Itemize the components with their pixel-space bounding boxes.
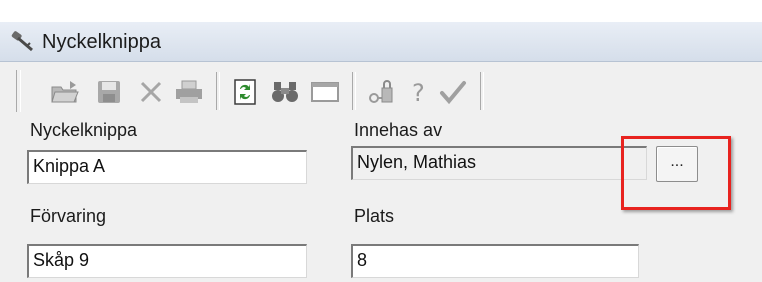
innehas-av-label: Innehas av (354, 120, 443, 140)
plats-field[interactable]: 8 (351, 244, 639, 278)
innehas-av-field[interactable]: Nylen, Mathias (351, 146, 647, 180)
print-icon[interactable] (170, 74, 208, 110)
delete-icon[interactable] (132, 74, 170, 110)
key-icon (10, 30, 36, 54)
title-bar: Nyckelknippa (0, 22, 762, 62)
toolbar-separator (216, 72, 220, 110)
nyckelknippa-label: Nyckelknippa (30, 120, 138, 140)
window-title: Nyckelknippa (42, 31, 161, 53)
toolbar-grip[interactable] (16, 70, 21, 112)
forvaring-label: Förvaring (30, 206, 107, 226)
nyckelknippa-field[interactable]: Knippa A (27, 150, 307, 184)
binoculars-icon[interactable] (266, 74, 304, 110)
annotation-highlight-box (621, 136, 731, 210)
svg-text:?: ? (412, 79, 425, 105)
toolbar-separator (480, 72, 484, 110)
open-folder-icon[interactable] (46, 74, 84, 110)
toolbar: ? (10, 66, 762, 118)
toolbar-separator (352, 72, 356, 110)
forvaring-field[interactable]: Skåp 9 (27, 244, 307, 278)
plats-label: Plats (354, 206, 395, 226)
checkmark-icon[interactable] (434, 74, 472, 110)
window-icon[interactable] (306, 74, 344, 110)
help-icon[interactable]: ? (400, 74, 438, 110)
key-lock-icon[interactable] (362, 74, 400, 110)
refresh-icon[interactable] (226, 74, 264, 110)
save-icon[interactable] (90, 74, 128, 110)
